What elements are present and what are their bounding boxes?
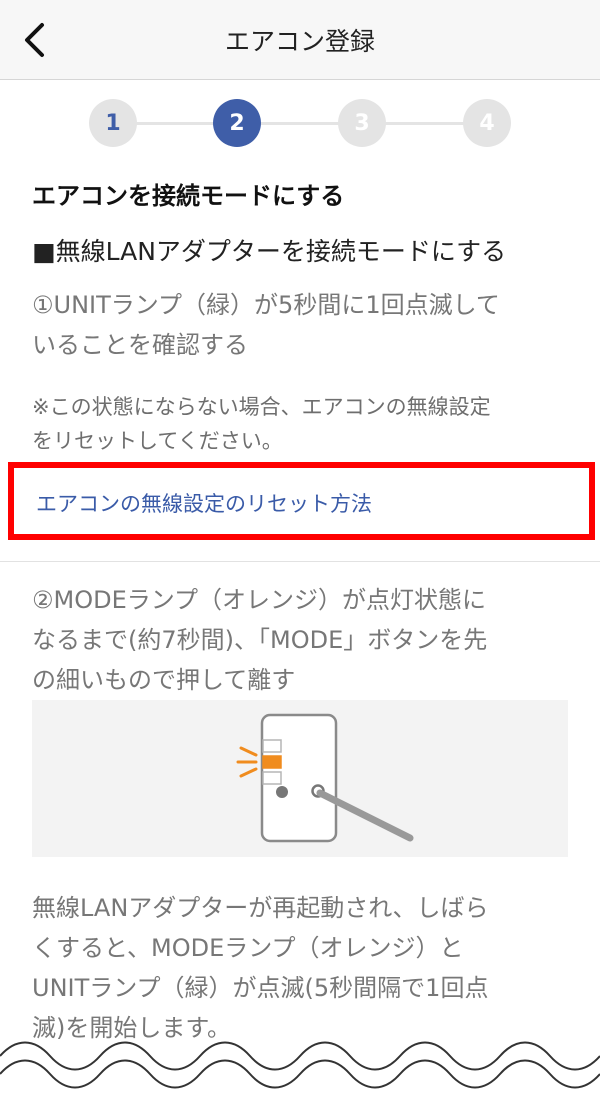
step-1: 1: [89, 99, 137, 147]
adapter-mode-button-illustration: [236, 713, 414, 843]
app-header: エアコン登録: [0, 0, 600, 80]
result-line-3: UNITランプ（緑）が点滅(5秒間隔で1回点: [32, 974, 489, 1002]
section-divider: [0, 561, 600, 562]
step1-line-2: いることを確認する: [32, 331, 248, 359]
stepper-track: [113, 122, 487, 125]
torn-edge-divider: [0, 1041, 600, 1098]
mode-lamp: [262, 755, 282, 769]
note-line-1: ※この状態にならない場合、エアコンの無線設定: [32, 395, 491, 419]
progress-stepper: 1 2 3 4: [0, 80, 600, 166]
result-description: 無線LANアダプターが再起動され、しばら くすると、MODEランプ（オレンジ）と…: [32, 888, 572, 1048]
step1-instruction: ①UNITランプ（緑）が5秒間に1回点滅して いることを確認する: [32, 285, 572, 365]
page-title: エアコン登録: [224, 27, 375, 56]
step1-line-1: ①UNITランプ（緑）が5秒間に1回点滅して: [32, 291, 500, 319]
step2-line-2: なるまで(約7秒間)、「MODE」ボタンを先: [32, 626, 488, 654]
step2-line-3: の細いもので押して離す: [32, 666, 296, 694]
step2-line-1: ②MODEランプ（オレンジ）が点灯状態に: [32, 586, 487, 614]
reset-link-highlight: エアコンの無線設定のリセット方法: [8, 462, 595, 540]
result-line-1: 無線LANアダプターが再起動され、しばら: [32, 894, 489, 922]
step-3: 3: [338, 99, 386, 147]
step-4: 4: [463, 99, 511, 147]
result-line-2: くすると、MODEランプ（オレンジ）と: [32, 934, 464, 962]
unit-lamp: [262, 739, 282, 753]
section-title: エアコンを接続モードにする: [32, 182, 345, 210]
reset-method-link[interactable]: エアコンの無線設定のリセット方法: [36, 488, 372, 518]
section-subtitle: ■無線LANアダプターを接続モードにする: [32, 237, 507, 266]
reset-note: ※この状態にならない場合、エアコンの無線設定 をリセットしてください。: [32, 390, 572, 458]
step2-instruction: ②MODEランプ（オレンジ）が点灯状態に なるまで(約7秒間)、「MODE」ボタ…: [32, 580, 572, 700]
adapter-illustration: [32, 700, 568, 857]
note-line-2: をリセットしてください。: [32, 429, 283, 453]
step-2-current: 2: [213, 99, 261, 147]
